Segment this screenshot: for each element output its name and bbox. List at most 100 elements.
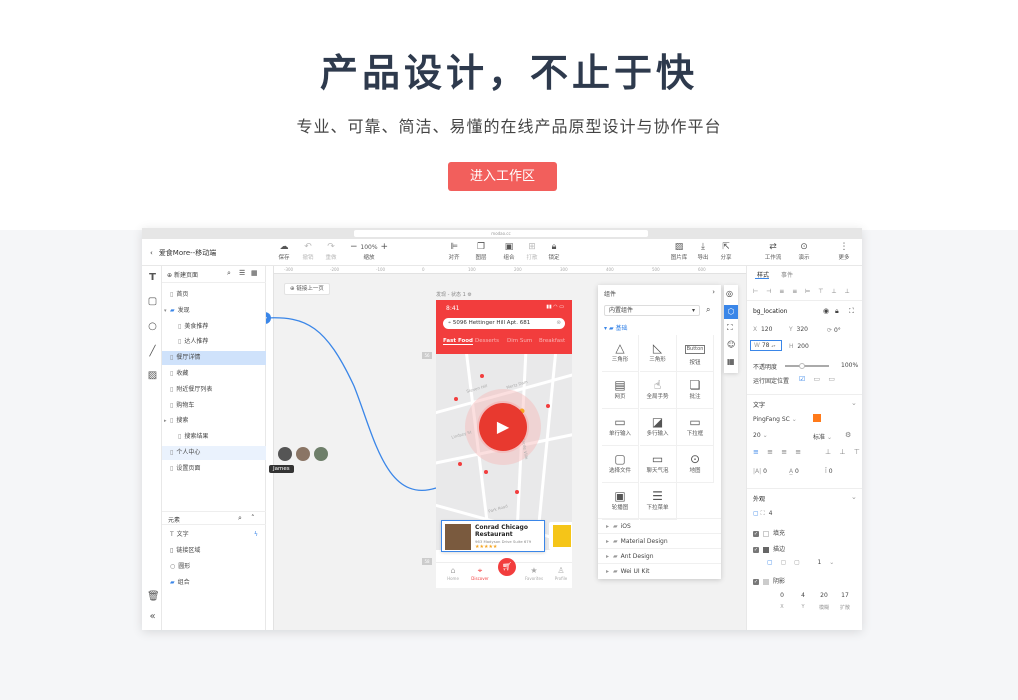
component-chat[interactable]: ▭ 聊天气泡 [639, 446, 677, 483]
y-field[interactable]: Y 320 [789, 326, 808, 333]
shadow-value[interactable]: 0 [775, 592, 789, 599]
nav-item[interactable]: ⌂ Home [440, 566, 466, 581]
component-input[interactable]: ▭ 单行输入 [602, 409, 639, 446]
share-button[interactable]: ⇱ 分享 [715, 242, 737, 261]
collapse-icon[interactable]: « [147, 611, 158, 622]
x-field[interactable]: X 120 [753, 326, 772, 333]
category-tab[interactable]: Dim Sum [507, 338, 532, 344]
font-size-select[interactable]: 20 ⌄ [753, 432, 768, 439]
export-button[interactable]: ⤓ 导出 [692, 242, 714, 261]
category-tab[interactable]: Breakfast [539, 338, 565, 344]
corner-radius-field[interactable]: ▢ ⛶ 4 [753, 510, 772, 518]
page-item[interactable]: ▯ 餐厅详情 [162, 351, 266, 366]
grid-view-icon[interactable]: ▦ [251, 269, 258, 277]
url-bar[interactable]: modao.cc [354, 230, 648, 237]
eye-icon[interactable]: ◉ [823, 307, 829, 315]
component-button[interactable]: Button 按钮 [677, 335, 714, 372]
component-webpage[interactable]: ▤ 网页 [602, 372, 639, 409]
shadow-checkbox[interactable]: ✓ [753, 578, 759, 585]
chevron-up-icon[interactable]: ˄ [251, 514, 255, 522]
opacity-slider[interactable] [785, 363, 829, 369]
line-tool-icon[interactable]: ╱ [147, 346, 158, 357]
text-tool-icon[interactable]: T [147, 272, 158, 283]
phone-artboard[interactable]: 8:41 ▮▮ ◠ ▭ ⌖ 5096 Hettinger Hill Apt. 6… [436, 300, 572, 588]
layer-name[interactable]: bg_location [753, 308, 787, 315]
lock-button[interactable]: 🔒︎ 锁定 [543, 242, 565, 261]
nav-item[interactable]: 🛒︎ [494, 558, 520, 576]
component-triangle[interactable]: △ 三角形 [602, 335, 639, 372]
expand-icon[interactable]: ⛶ [849, 307, 854, 316]
fill-option[interactable]: ✓ 填充 [753, 528, 785, 537]
element-item[interactable]: ▯ 链接区域 [162, 544, 266, 558]
page-item[interactable]: ▯ 附近餐厅列表 [162, 383, 266, 397]
sort-icon[interactable]: ☰ [239, 269, 245, 277]
component-map[interactable]: ⊙ 地图 [677, 446, 714, 483]
paragraph-spacing-field[interactable]: A̲ 0 [789, 468, 799, 475]
stroke-option[interactable]: ✓ 描边 [753, 544, 785, 553]
rotation-field[interactable]: ⟳ 0° [827, 327, 841, 334]
shadow-value[interactable]: 4 [796, 592, 810, 599]
library-item[interactable]: ▸ ▰ iOS [598, 518, 721, 533]
trash-icon[interactable]: 🗑︎ [147, 591, 160, 602]
search-icon[interactable]: ⌕ [706, 305, 710, 315]
fill-checkbox[interactable]: ✓ [753, 530, 759, 537]
text-align-tools[interactable]: ≡ ≡ ≡ ≡ ⊥ ⊥ ⊤ [753, 448, 862, 456]
page-item[interactable]: ▯ 设置页面 [162, 462, 266, 476]
stroke-checkbox[interactable]: ✓ [753, 546, 759, 553]
redo-button[interactable]: ↷ 重做 [320, 242, 342, 261]
component-source-select[interactable]: 内置组件 ▾ [604, 305, 700, 316]
caret-icon[interactable]: ▾ [164, 304, 167, 318]
close-icon[interactable]: ⊗ [556, 318, 561, 329]
chevron-down-icon[interactable]: ⌄ [851, 399, 857, 407]
save-button[interactable]: ☁ 保存 [273, 242, 295, 261]
lock-icon[interactable]: 🔒︎ [835, 307, 839, 316]
chevron-down-icon[interactable]: ⌄ [851, 493, 857, 501]
more-button[interactable]: ⋮ 更多 [833, 242, 855, 261]
circle-tool-icon[interactable]: ○ [147, 321, 158, 332]
chevron-right-icon[interactable]: › [712, 288, 715, 296]
shadow-value[interactable]: 20 [817, 592, 831, 599]
component-dropdown[interactable]: ▭ 下拉框 [677, 409, 714, 446]
nav-item[interactable]: ★ Favorites [521, 566, 547, 581]
page-item[interactable]: ▯ 购物车 [162, 399, 266, 413]
component-right-triangle[interactable]: ◺ 三角形 [639, 335, 677, 372]
component-textarea[interactable]: ◪ 多行输入 [639, 409, 677, 446]
emoji-icon[interactable]: ☺ [727, 340, 735, 349]
letter-spacing-field[interactable]: |A| 0 [753, 468, 767, 475]
avatar[interactable] [278, 447, 292, 461]
page-item[interactable]: ▯ 首页 [162, 288, 266, 302]
ungroup-button[interactable]: ⊞ 打散 [521, 242, 543, 261]
component-menu[interactable]: ☰ 下拉菜单 [639, 483, 677, 520]
image-library-button[interactable]: ▨ 图片库 [668, 242, 690, 261]
component-carousel[interactable]: ▣ 轮播图 [602, 483, 639, 520]
workflow-button[interactable]: ⇄ 工作流 [762, 242, 784, 261]
w-field[interactable]: W 78 ▴▾ [750, 340, 782, 351]
fixed-position-options[interactable]: ☑ ▭ ▭ [799, 375, 838, 383]
library-item[interactable]: ▸ ▰ Ant Design [598, 548, 721, 563]
library-item[interactable]: ▸ ▰ Wei UI Kit [598, 563, 721, 578]
stroke-swatch[interactable] [763, 546, 769, 553]
category-tab[interactable]: Fast Food [443, 338, 473, 345]
canvas[interactable]: -300 -200 -100 0 100 200 300 400 500 600 ⊕ 链接上一页 … [266, 266, 746, 630]
page-item[interactable]: ▯ 个人中心 [162, 446, 266, 460]
group-button[interactable]: ▣ 组合 [498, 242, 520, 261]
h-field[interactable]: H 200 [789, 343, 809, 350]
fill-swatch[interactable] [763, 530, 769, 537]
stroke-style-options[interactable]: ▢ ▢ ▢ 1 ⌄ [767, 559, 837, 566]
play-button[interactable]: ▶ [479, 403, 527, 451]
gear-icon[interactable]: ⚙ [467, 292, 471, 298]
page-item[interactable]: ▯ 收藏 [162, 367, 266, 381]
element-item[interactable]: ▰ 组合 [162, 576, 266, 590]
gear-icon[interactable]: ⚙ [845, 431, 851, 439]
new-page-button[interactable]: ⊕ 新建页面 [167, 270, 198, 279]
line-height-field[interactable]: Ī 0 [825, 468, 833, 475]
zoom-out-icon[interactable]: − [350, 242, 358, 252]
page-item[interactable]: ▾ ▰ 发现 [162, 304, 266, 318]
tab-event[interactable]: 事件 [781, 270, 793, 279]
page-item[interactable]: ▯ 达人推荐 [162, 335, 266, 349]
font-color-swatch[interactable] [813, 414, 821, 422]
target-icon[interactable]: ◎ [726, 289, 733, 298]
font-family-select[interactable]: PingFang SC ⌄ [753, 416, 797, 423]
artboard-label[interactable]: 发现 - 状态 1 ⚙ [436, 291, 472, 298]
element-item[interactable]: T 文字 ϟ [162, 528, 266, 542]
